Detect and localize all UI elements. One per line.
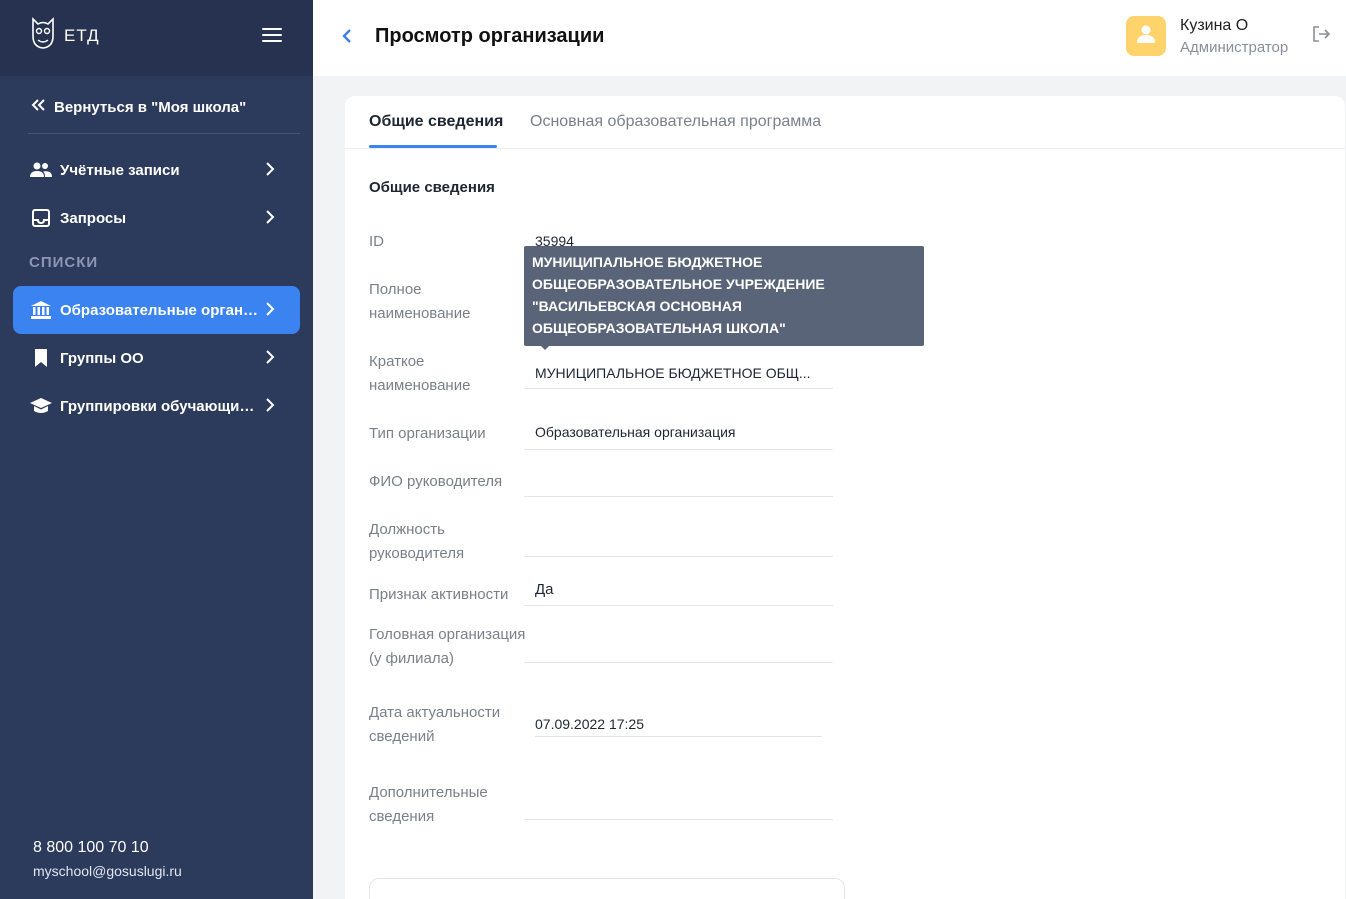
sidebar-header: ЕТД [0,0,313,76]
field-label-org-type: Тип организации [369,425,486,442]
field-label-head-fio: ФИО руководителя [369,473,503,490]
sidebar-item-label: Запросы [60,209,127,227]
avatar[interactable] [1126,16,1166,56]
field-label-short-name: Краткое наименование [369,353,471,394]
bottom-panel [369,878,845,899]
sidebar-item-accounts[interactable]: Учётные записи [13,146,300,194]
field-label-active: Признак активности [369,586,509,603]
organization-card: Общие сведения Основная образовательная … [345,96,1345,899]
user-name: Кузина О [1180,17,1249,34]
field-label-parent-org: Головная организация (у филиала) [369,626,526,667]
active-tab-indicator [369,145,497,148]
field-underline [524,605,833,606]
field-value-active: Да [535,581,554,598]
owl-logo-icon [30,16,56,55]
field-value-relevance-date: 07.09.2022 17:25 [535,716,644,732]
sidebar: ЕТД Вернуться в "Моя школа" Учётные запи… [0,0,313,899]
chevron-right-icon [260,300,280,321]
bookmark-icon [30,347,52,369]
field-label-full-name: Полное наименование [369,281,471,322]
sidebar-item-label: Образовательные организации [60,301,260,319]
users-icon [30,159,52,181]
logo-text: ЕТД [64,25,100,45]
graduation-cap-icon [30,395,52,417]
inbox-icon [30,207,52,229]
support-phone[interactable]: 8 800 100 70 10 [33,839,149,857]
sidebar-item-educational-organizations[interactable]: Образовательные организации [13,286,300,334]
chevron-right-icon [260,348,280,369]
chevron-right-icon [260,396,280,417]
section-title: Общие сведения [369,179,495,196]
field-value-short-name[interactable]: МУНИЦИПАЛЬНОЕ БЮДЖЕТНОЕ ОБЩ... [535,365,811,381]
logo[interactable]: ЕТД [30,16,100,55]
chevron-right-icon [260,160,280,181]
back-chevron-icon[interactable] [341,24,353,50]
menu-burger-icon[interactable] [262,28,282,44]
tabs-bar: Общие сведения Основная образовательная … [345,96,1345,149]
section-label-lists: СПИСКИ [29,254,99,271]
field-underline [524,556,833,557]
field-label-additional: Дополнительные сведения [369,784,488,825]
field-underline [524,388,833,389]
field-underline [535,736,822,737]
field-label-relevance-date: Дата актуальности сведений [369,704,501,745]
back-link-label: Вернуться в "Моя школа" [54,98,247,116]
sidebar-divider [28,133,300,134]
tab-general-info[interactable]: Общие сведения [369,113,503,131]
field-value-org-type: Образовательная организация [535,424,736,440]
sidebar-item-label: Группировки обучающихся [60,397,260,415]
full-name-tooltip: МУНИЦИПАЛЬНОЕ БЮДЖЕТНОЕ ОБЩЕОБРАЗОВАТЕЛЬ… [524,246,924,346]
field-label-head-position: Должность руководителя [369,521,465,562]
field-underline [524,819,833,820]
double-chevron-left-icon [30,98,46,116]
sidebar-item-label: Группы ОО [60,349,144,367]
support-email[interactable]: myschool@gosuslugi.ru [33,863,182,879]
page-header: Просмотр организации Кузина О Администра… [313,0,1346,76]
page-title: Просмотр организации [375,25,605,47]
institution-icon [30,299,52,321]
field-underline [524,496,833,497]
logout-icon[interactable] [1313,26,1331,47]
back-to-my-school-link[interactable]: Вернуться в "Моя школа" [30,98,246,116]
chevron-right-icon [260,208,280,229]
tooltip-arrow [539,344,551,350]
sidebar-item-label: Учётные записи [60,161,180,179]
field-label-id: ID [369,233,384,250]
field-underline [524,449,833,450]
sidebar-item-oo-groups[interactable]: Группы ОО [13,334,300,382]
field-underline [524,662,833,663]
tab-main-educational-program[interactable]: Основная образовательная программа [530,113,821,131]
user-role: Администратор [1180,39,1289,56]
sidebar-item-student-groupings[interactable]: Группировки обучающихся [13,382,300,430]
user-icon [1136,24,1156,49]
sidebar-item-requests[interactable]: Запросы [13,194,300,242]
